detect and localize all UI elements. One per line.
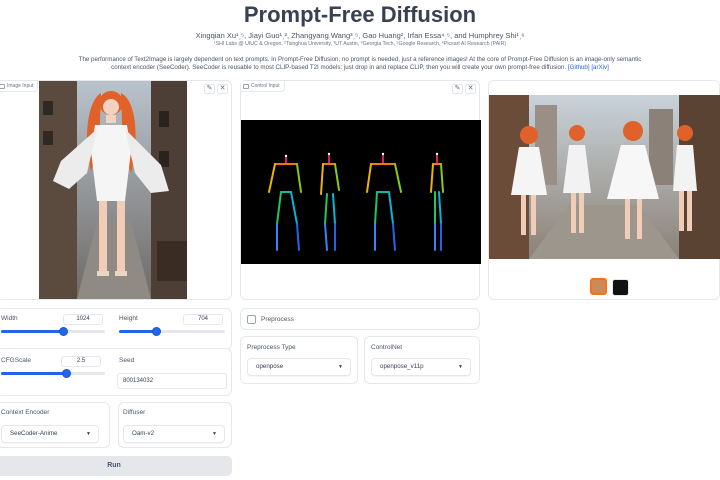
diffuser-dropdown[interactable]: Oam-v2 ▼	[123, 425, 225, 443]
image-icon	[0, 83, 5, 89]
run-button[interactable]: Run	[0, 456, 232, 476]
edit-icon[interactable]: ✎	[452, 84, 463, 94]
size-controls-panel: Width 1024 Height 704	[0, 308, 232, 350]
pose-control-image	[241, 120, 481, 264]
width-slider[interactable]	[1, 327, 105, 336]
width-slider-thumb[interactable]	[58, 327, 68, 336]
arxiv-link[interactable]: [arXiv]	[591, 64, 609, 71]
seed-label: Seed	[119, 357, 135, 364]
gallery-thumbnail-1[interactable]	[590, 278, 607, 295]
seed-input[interactable]: 800134032	[117, 373, 227, 389]
edit-icon[interactable]: ✎	[204, 84, 215, 94]
image-input-panel[interactable]: Image Input ✎ ✕	[0, 80, 232, 300]
controlnet-value: openpose_v11p	[380, 363, 424, 370]
preprocess-type-panel: Preprocess Type openpose ▼	[240, 336, 358, 384]
height-slider-fill	[119, 330, 157, 333]
close-icon[interactable]: ✕	[465, 84, 476, 94]
cfg-scale-slider[interactable]	[1, 369, 105, 378]
chevron-down-icon: ▼	[212, 431, 217, 437]
close-icon[interactable]: ✕	[217, 84, 228, 94]
chevron-down-icon: ▼	[458, 364, 463, 370]
preprocess-type-value: openpose	[256, 363, 284, 370]
gallery-thumbnail-2[interactable]	[612, 279, 629, 296]
abstract-text: The performance of Text2Image is largely…	[78, 56, 642, 72]
image-input-tools: ✎ ✕	[204, 84, 228, 94]
affiliations: ¹SHI Labs @ UIUC & Oregon, ²Tsinghua Uni…	[213, 41, 507, 47]
image-input-label-text: Image Input	[7, 83, 34, 89]
width-label: Width	[1, 315, 18, 322]
preprocess-type-label: Preprocess Type	[247, 344, 296, 351]
cfg-seed-panel: CFGScale 2.5 Seed 800134032	[0, 348, 232, 396]
height-label: Height	[119, 315, 138, 322]
context-encoder-value: SeeCoder-Anime	[10, 430, 58, 437]
controlnet-label: ControlNet	[371, 344, 403, 351]
generated-image[interactable]	[489, 95, 720, 259]
cfg-scale-slider-fill	[1, 372, 66, 375]
image-icon	[243, 83, 249, 89]
diffuser-label: Diffuser	[123, 409, 146, 416]
controlnet-panel: ControlNet openpose_v11p ▼	[364, 336, 480, 384]
preprocess-panel: Preprocess	[240, 308, 480, 330]
output-gallery-panel[interactable]	[488, 80, 720, 300]
preprocess-type-dropdown[interactable]: openpose ▼	[247, 358, 351, 376]
chevron-down-icon: ▼	[338, 364, 343, 370]
controlnet-dropdown[interactable]: openpose_v11p ▼	[371, 358, 471, 376]
author-list: Xingqian Xu¹ˏ⁵, Jiayi Guo¹ˏ², Zhangyang …	[195, 31, 525, 40]
diffuser-value: Oam-v2	[132, 430, 155, 437]
image-input-label: Image Input	[0, 81, 39, 92]
height-input[interactable]: 704	[183, 314, 223, 325]
context-encoder-panel: Context Encoder SeeCoder-Anime ▼	[0, 402, 110, 448]
height-slider-thumb[interactable]	[151, 327, 161, 336]
reference-image	[39, 81, 187, 299]
diffuser-panel: Diffuser Oam-v2 ▼	[118, 402, 232, 448]
control-input-label-text: Control Input	[251, 83, 280, 89]
preprocess-checkbox[interactable]	[247, 315, 256, 324]
cfg-scale-label: CFGScale	[1, 357, 31, 364]
preprocess-label: Preprocess	[261, 316, 294, 323]
control-input-label: Control Input	[241, 81, 285, 92]
control-input-tools: ✎ ✕	[452, 84, 476, 94]
abstract: The performance of Text2Image is largely…	[70, 56, 650, 73]
height-slider[interactable]	[119, 327, 225, 336]
github-link[interactable]: [Github]	[568, 64, 590, 71]
page-title: Prompt-Free Diffusion	[243, 2, 477, 27]
width-input[interactable]: 1024	[63, 314, 103, 325]
context-encoder-label: Context Encoder	[1, 409, 50, 416]
context-encoder-dropdown[interactable]: SeeCoder-Anime ▼	[1, 425, 99, 443]
control-input-panel[interactable]: Control Input ✎ ✕	[240, 80, 481, 300]
cfg-scale-input[interactable]: 2.5	[61, 356, 101, 367]
chevron-down-icon: ▼	[86, 431, 91, 437]
cfg-scale-slider-thumb[interactable]	[61, 369, 71, 378]
width-slider-fill	[1, 330, 64, 333]
